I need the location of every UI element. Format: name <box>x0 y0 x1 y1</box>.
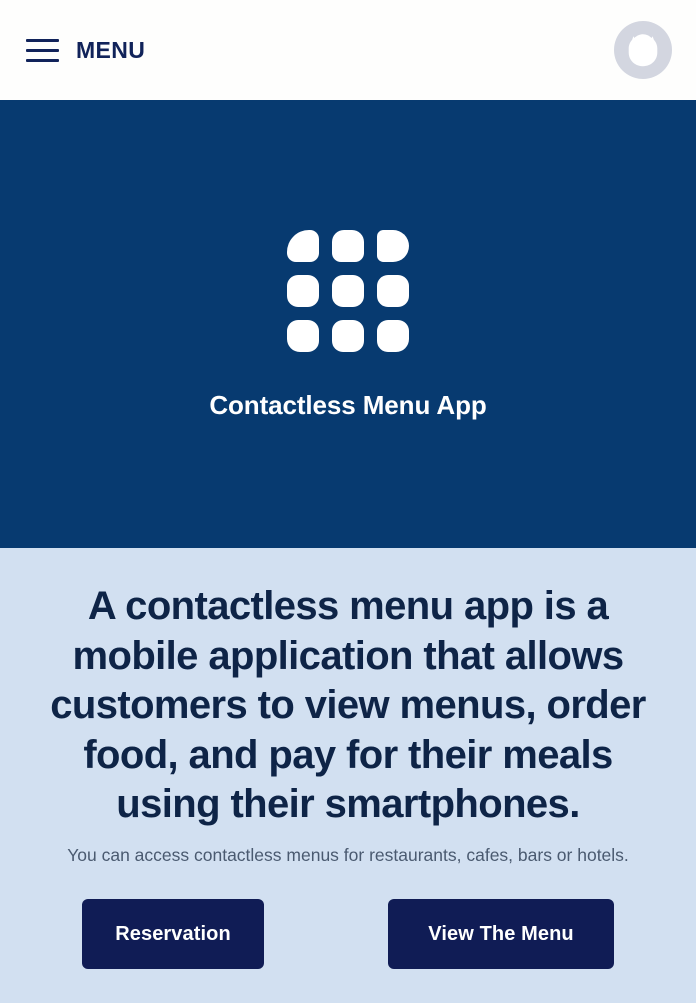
menu-button[interactable]: MENU <box>26 38 145 63</box>
hamburger-line-2 <box>26 48 59 52</box>
hamburger-line-3 <box>26 58 59 62</box>
grid-tile-middle-right <box>377 275 409 307</box>
reservation-button[interactable]: Reservation <box>82 899 264 970</box>
grid-tile-top-left <box>287 230 319 262</box>
page-root: MENU Contactless Menu App A contactless … <box>0 0 696 1003</box>
intro-heading: A contactless menu app is a mobile appli… <box>50 584 646 827</box>
menu-button-label: MENU <box>76 36 146 63</box>
cta-button-row: Reservation View The Menu <box>26 899 670 970</box>
intro-subtext: You can access contactless menus for res… <box>67 844 629 865</box>
grid-tile-bottom-right <box>377 320 409 352</box>
intro-section: A contactless menu app is a mobile appli… <box>0 548 696 1003</box>
site-header: MENU <box>0 0 696 100</box>
hero-title: Contactless Menu App <box>209 390 487 420</box>
grid-tile-bottom-left <box>287 320 319 352</box>
grid-tile-top-center <box>332 230 364 262</box>
grid-tile-middle-center <box>332 275 364 307</box>
grid-tile-middle-left <box>287 275 319 307</box>
hamburger-menu-icon[interactable] <box>26 38 59 63</box>
view-the-menu-button[interactable]: View The Menu <box>388 899 614 970</box>
brand-crown-logo-icon[interactable] <box>614 21 672 79</box>
hero-section: Contactless Menu App <box>0 100 696 548</box>
grid-tile-bottom-center <box>332 320 364 352</box>
app-grid-icon <box>287 230 409 352</box>
grid-tile-top-right <box>377 230 409 262</box>
hamburger-line-1 <box>26 38 59 42</box>
